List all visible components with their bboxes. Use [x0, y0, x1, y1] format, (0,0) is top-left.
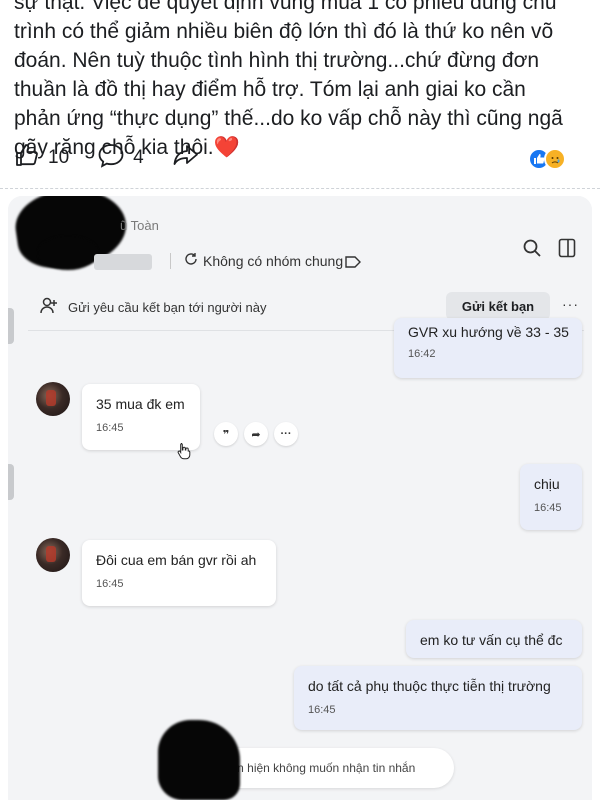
post-line: đoán. Nên tuỳ thuộc tình hình thị trường… [14, 49, 540, 72]
mutual-group-status: Không có nhóm chung [170, 252, 343, 269]
scroll-handle[interactable] [8, 464, 14, 500]
search-icon[interactable] [522, 238, 542, 263]
message-text: 35 mua đk em [96, 396, 185, 412]
comment-bubble-icon [97, 142, 125, 173]
redaction-mark [38, 236, 98, 270]
message-text: GVR xu hướng về 33 - 35 [408, 324, 569, 340]
message-bubble[interactable]: Đôi cua em bán gvr rồi ah 16:45 [82, 540, 276, 606]
contact-name: ũ Toàn [120, 218, 159, 233]
message-time: 16:45 [534, 502, 562, 514]
more-icon[interactable]: ··· [274, 422, 298, 446]
message-bubble[interactable]: 35 mua đk em 16:45 [82, 384, 200, 450]
divider [0, 188, 600, 189]
post-line: sự thật. Việc để quyết định vùng mua 1 c… [14, 0, 557, 14]
contact-tag [94, 254, 152, 270]
chat-header: ũ Toàn Không có nhóm chung [8, 196, 592, 284]
share-arrow-icon [172, 142, 200, 173]
message-bubble[interactable]: GVR xu hướng về 33 - 35 16:42 [394, 318, 582, 378]
message-bubble[interactable]: em ko tư vấn cụ thể đc [406, 620, 582, 658]
message-time: 16:45 [96, 422, 124, 434]
like-count: 10 [48, 146, 70, 168]
message-time: 16:42 [408, 348, 436, 360]
avatar[interactable] [36, 382, 70, 416]
hand-cursor-icon [176, 442, 192, 465]
add-user-icon [40, 296, 58, 319]
post-actions: 10 4 [14, 142, 228, 173]
sad-reaction-icon [544, 148, 566, 170]
message-text: chịu [534, 476, 560, 492]
like-button[interactable]: 10 [14, 142, 69, 173]
forward-icon[interactable]: ➦ [244, 422, 268, 446]
header-divider [170, 252, 171, 269]
share-button[interactable] [172, 142, 200, 173]
thumbs-up-icon [14, 142, 40, 173]
post-line: phản ứng “thực dụng” thế...do ko vấp chỗ… [14, 107, 563, 130]
message-bubble[interactable]: do tất cả phụ thuộc thực tiễn thị trường… [294, 666, 582, 730]
chat-screenshot: ũ Toàn Không có nhóm chung Gửi yêu cầu k… [8, 196, 592, 800]
reply-quote-icon[interactable]: ❞ [214, 422, 238, 446]
post-body: sự thật. Việc để quyết định vùng mua 1 c… [14, 0, 586, 162]
message-text: em ko tư vấn cụ thể đc [420, 632, 563, 648]
message-text: do tất cả phụ thuộc thực tiễn thị trường [308, 678, 551, 694]
scroll-handle[interactable] [8, 308, 14, 344]
refresh-circle-icon [184, 252, 198, 269]
side-panel-icon[interactable] [558, 238, 576, 263]
group-status-text: Không có nhóm chung [203, 252, 344, 269]
message-bubble[interactable]: chịu 16:45 [520, 464, 582, 530]
send-friend-request-button[interactable]: Gửi kết bạn [446, 292, 550, 320]
comment-button[interactable]: 4 [97, 142, 144, 173]
post-line: thuần là đồ thị hay điểm hỗ trợ. Tóm lại… [14, 78, 526, 101]
avatar[interactable] [36, 538, 70, 572]
message-time: 16:45 [96, 578, 124, 590]
more-options-button[interactable]: ··· [562, 296, 579, 312]
friend-request-text: Gửi yêu cầu kết bạn tới người này [68, 299, 267, 315]
comment-count: 4 [133, 146, 144, 168]
post-line: trình có thể giảm nhiều biên độ lớn thì … [14, 20, 554, 43]
label-tag-icon[interactable] [344, 255, 362, 274]
message-text: Đôi cua em bán gvr rồi ah [96, 552, 257, 568]
message-time: 16:45 [308, 704, 336, 716]
facebook-post: sự thật. Việc để quyết định vùng mua 1 c… [0, 0, 600, 185]
message-hover-tools: ❞ ➦ ··· [214, 422, 298, 446]
reaction-summary[interactable] [528, 148, 566, 170]
redaction-mark [158, 720, 240, 800]
